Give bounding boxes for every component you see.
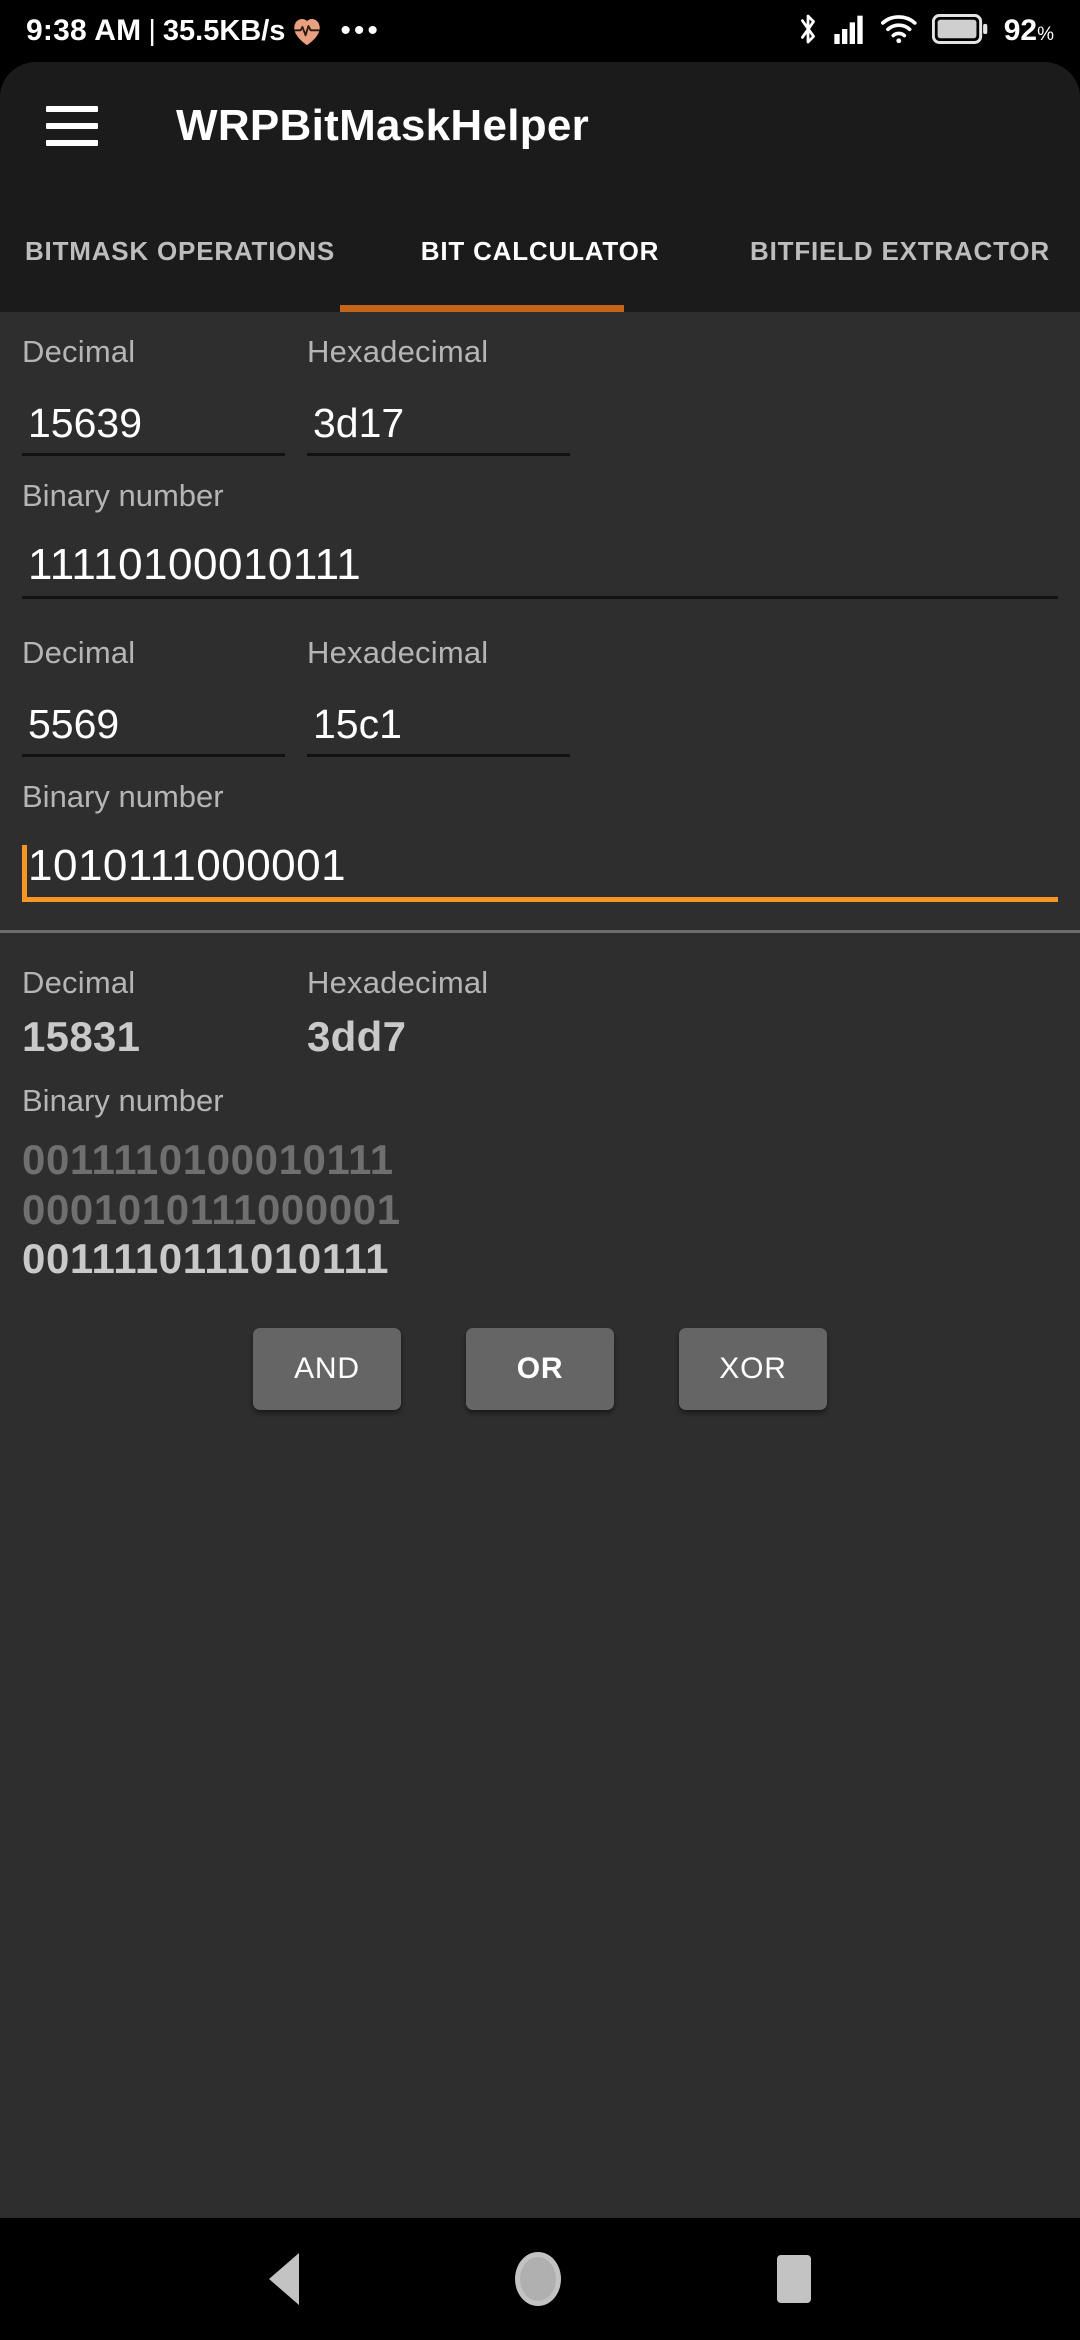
operand-1-decimal-col: Decimal 15639 <box>22 334 285 456</box>
operand-2-binary-input[interactable]: 1010111000001 <box>22 841 1058 902</box>
bit-calculator-panel: Decimal 15639 Hexadecimal 3d17 Binary nu… <box>0 312 1080 2218</box>
android-navigation-bar <box>0 2218 1080 2340</box>
result-decimal-label: Decimal <box>22 965 136 1000</box>
result-operand-2-binary: 0001010111000001 <box>22 1185 401 1233</box>
operand-2-hex-label: Hexadecimal <box>307 635 489 670</box>
operand-2-hex-input[interactable]: 15c1 <box>307 701 570 757</box>
tab-bar: BITMASK OPERATIONS BIT CALCULATOR BITFIE… <box>0 190 1080 312</box>
operand-1-binary-input[interactable]: 11110100010111 <box>22 540 1058 599</box>
result-hex-label: Hexadecimal <box>307 965 489 1000</box>
back-triangle-icon[interactable] <box>269 2253 299 2305</box>
operand-1-numeric-row: Decimal 15639 Hexadecimal 3d17 <box>0 334 1080 456</box>
tab-bitmask-operations[interactable]: BITMASK OPERATIONS <box>0 190 360 312</box>
phone-screen: 9:38 AM | 35.5KB/s ••• 92% WRPBitMaskHel… <box>0 0 1080 2340</box>
tab-bit-calculator[interactable]: BIT CALCULATOR <box>360 190 720 312</box>
battery-percent-label: 92% <box>1003 14 1054 47</box>
operation-button-row: AND OR XOR <box>0 1327 1080 1410</box>
status-clock: 9:38 AM <box>26 14 142 47</box>
tab-active-indicator <box>340 305 624 312</box>
result-binary-value: 0011110111010111 <box>22 1235 390 1283</box>
page-title: WRPBitMaskHelper <box>176 101 590 150</box>
operand-1-decimal-label: Decimal <box>22 334 136 369</box>
or-button[interactable]: OR <box>466 1327 614 1410</box>
operand-2-binary-label: Binary number <box>22 779 224 814</box>
operand-2-group: Decimal 5569 Hexadecimal 15c1 Binary num… <box>0 599 1080 902</box>
status-bar: 9:38 AM | 35.5KB/s ••• 92% <box>0 0 1080 62</box>
wifi-icon <box>880 13 919 50</box>
result-group: Decimal 15831 Hexadecimal 3dd7 Binary nu… <box>0 933 1080 1284</box>
operand-1-group: Decimal 15639 Hexadecimal 3d17 Binary nu… <box>0 312 1080 599</box>
result-hex-value: 3dd7 <box>307 1013 407 1060</box>
operand-2-decimal-col: Decimal 5569 <box>22 635 285 757</box>
result-operand-1-binary: 0011110100010111 <box>22 1136 394 1183</box>
app-window: WRPBitMaskHelper BITMASK OPERATIONS BIT … <box>0 62 1080 2218</box>
result-numeric-row: Decimal 15831 Hexadecimal 3dd7 <box>0 965 1080 1061</box>
tab-bitfield-extractor[interactable]: BITFIELD EXTRACTOR <box>720 190 1080 312</box>
battery-icon <box>931 13 988 49</box>
result-decimal-value: 15831 <box>22 1013 141 1060</box>
result-hex-col: Hexadecimal 3dd7 <box>307 965 570 1061</box>
result-decimal-col: Decimal 15831 <box>22 965 285 1061</box>
bluetooth-icon <box>795 10 821 53</box>
operand-2-decimal-input[interactable]: 5569 <box>22 701 285 757</box>
and-button[interactable]: AND <box>253 1327 401 1410</box>
hamburger-menu-icon[interactable] <box>46 106 98 146</box>
app-bar: WRPBitMaskHelper <box>0 62 1080 190</box>
heart-rate-icon <box>290 15 324 47</box>
operand-1-binary-label: Binary number <box>22 478 224 513</box>
operand-2-decimal-label: Decimal <box>22 635 136 670</box>
operand-2-hex-col: Hexadecimal 15c1 <box>307 635 570 757</box>
status-separator: | <box>148 14 156 47</box>
operand-2-binary-text: 1010111000001 <box>28 841 347 890</box>
recents-square-icon[interactable] <box>777 2255 811 2303</box>
operand-1-hex-input[interactable]: 3d17 <box>307 400 570 456</box>
network-speed-text: 35.5KB/s <box>162 14 286 47</box>
operand-1-hex-label: Hexadecimal <box>307 334 489 369</box>
text-cursor <box>22 845 27 899</box>
cellular-signal-icon <box>834 14 868 49</box>
home-circle-icon[interactable] <box>515 2252 561 2306</box>
operand-1-hex-col: Hexadecimal 3d17 <box>307 334 570 456</box>
result-binary-label: Binary number <box>22 1083 224 1118</box>
status-overflow-dots: ••• <box>340 14 381 47</box>
xor-button[interactable]: XOR <box>679 1327 827 1410</box>
operand-2-numeric-row: Decimal 5569 Hexadecimal 15c1 <box>0 635 1080 757</box>
status-bar-left: 9:38 AM | 35.5KB/s ••• <box>26 14 381 48</box>
operand-1-decimal-input[interactable]: 15639 <box>22 400 285 456</box>
status-bar-right: 92% <box>795 10 1054 53</box>
